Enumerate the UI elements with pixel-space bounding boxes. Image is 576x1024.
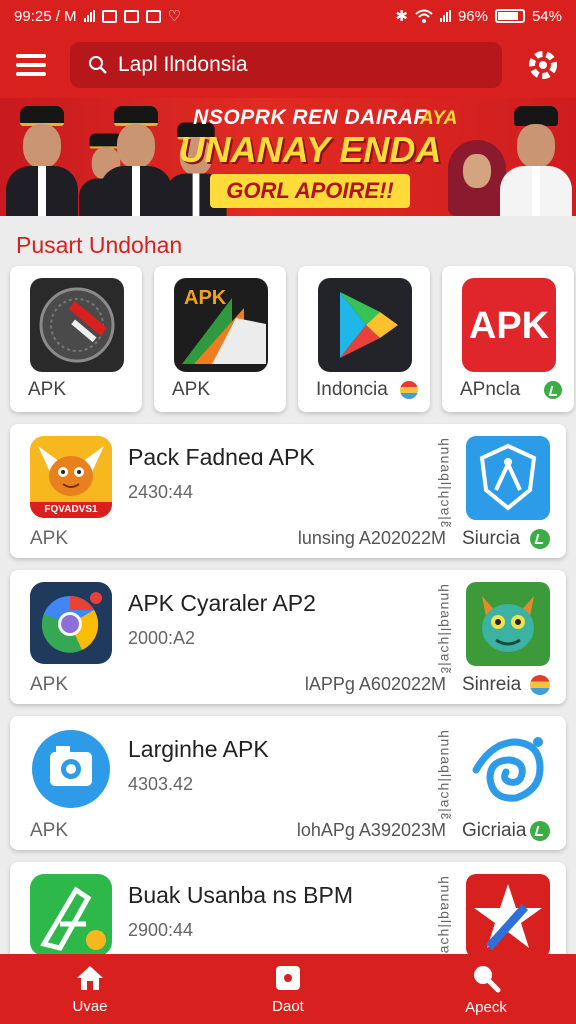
apk-red-icon: APK xyxy=(462,278,556,372)
category-label: APncla xyxy=(460,379,521,400)
nav-label: Daot xyxy=(272,997,304,1015)
status-time: 99:25 / M xyxy=(14,7,77,25)
category-card[interactable]: APK APK xyxy=(154,266,286,412)
battery-percent: 96% xyxy=(457,7,488,25)
settings-icon[interactable] xyxy=(526,48,560,82)
banner-headline: NSOPRK REN DAIRAF UNANAY ENDA GORL APOIR… xyxy=(170,106,450,208)
banner-person xyxy=(500,106,572,216)
nav-label: Uvae xyxy=(72,997,108,1015)
menu-icon[interactable] xyxy=(16,54,46,76)
mascot-icon: FQVADVS1 xyxy=(30,436,112,518)
app-list-item[interactable]: Larginhe APK 4303.42 APK lohAPg A392023M… xyxy=(10,716,566,850)
svg-text:APK: APK xyxy=(184,287,227,309)
dragon-icon xyxy=(466,582,550,666)
verified-icon xyxy=(544,381,562,399)
swirl-icon xyxy=(466,728,550,812)
app-meta: lunsing A202022M xyxy=(297,528,446,548)
category-card[interactable]: Indoncia xyxy=(298,266,430,412)
banner-line-1b: AYA xyxy=(420,108,458,129)
indonesia-flag-icon xyxy=(530,675,550,695)
app-list-item[interactable]: FQVADVS1 Pack Fadneɑ APK 2430:44 APK lun… xyxy=(10,424,566,558)
shield-icon xyxy=(466,436,550,520)
category-card[interactable]: APK xyxy=(10,266,142,412)
notification-icon xyxy=(123,9,139,23)
play-store-icon xyxy=(318,278,412,372)
star-icon xyxy=(466,874,550,958)
category-label: Indoncia xyxy=(316,379,388,400)
notification-icon xyxy=(145,9,161,23)
camera-icon xyxy=(30,728,112,810)
app-size: 4303.42 xyxy=(128,774,194,794)
battery-icon xyxy=(494,9,525,23)
bottom-nav: Uvae Daot Apeck xyxy=(0,954,576,1024)
category-card[interactable]: APK APncla xyxy=(442,266,574,412)
app-type: APK xyxy=(30,528,69,549)
app-meta: lAPPg A602022M xyxy=(304,674,446,694)
wifi-icon xyxy=(415,9,433,23)
green-app-icon xyxy=(30,874,112,956)
heart-icon: ♡ xyxy=(167,8,181,25)
app-side-label: Gicriaia xyxy=(462,820,527,841)
verified-icon xyxy=(530,821,550,841)
app-side-label: Sinreia xyxy=(462,674,522,695)
nav-item-search[interactable]: Apeck xyxy=(436,954,536,1024)
search-input[interactable]: Lapl Ilndonsia xyxy=(118,53,248,77)
box-icon xyxy=(276,965,300,990)
bluetooth-icon: ✱ xyxy=(395,8,408,25)
svg-text:APK: APK xyxy=(469,305,550,347)
app-size: 2430:44 xyxy=(128,482,194,502)
indonesia-flag-icon xyxy=(400,381,418,399)
app-side-label: Siurcia xyxy=(462,528,521,549)
app-vertical-text: ɥnuaql|ɥɔɐ|ɛ̃ xyxy=(438,730,454,821)
app-meta: lohAPg A392023M xyxy=(296,820,446,840)
search-icon xyxy=(474,965,501,992)
nav-label: Apeck xyxy=(465,998,507,1016)
app-vertical-text: ɥnuaql|ɥɔɐ|ɛ̃ xyxy=(438,584,454,675)
section-title: Pusart Undohan xyxy=(16,232,183,258)
search-bar[interactable]: Lapl Ilndonsia xyxy=(70,42,502,88)
status-extra: 54% xyxy=(531,7,562,25)
app-vertical-text: ɥnuaql|ɥɔɐ|ɛ̃ xyxy=(438,876,454,967)
app-type: APK xyxy=(30,820,69,841)
promo-banner[interactable]: NSOPRK REN DAIRAF UNANAY ENDA GORL APOIR… xyxy=(0,98,576,216)
banner-person-hijab xyxy=(448,140,506,216)
app-name: APK Cyaraler AP2 xyxy=(128,590,316,616)
banner-person xyxy=(100,106,172,216)
category-row: APK APK APK Indoncia APK APncla xyxy=(10,266,576,412)
app-size: 2000:A2 xyxy=(128,628,196,648)
app-size: 2900:44 xyxy=(128,920,194,940)
app-vertical-text: ɥnuaql|ɥɔɐ|ɛ̃ xyxy=(438,438,454,529)
category-label: APK xyxy=(172,379,211,400)
top-header: 99:25 / M ♡ ✱ 96% 54% Lapl Ilndonsia xyxy=(0,0,576,98)
signal-icon xyxy=(83,10,95,22)
app-bar: Lapl Ilndonsia xyxy=(0,32,576,98)
app-name: Buak Usanba ns BPM xyxy=(128,882,354,908)
status-bar: 99:25 / M ♡ ✱ 96% 54% xyxy=(0,0,576,32)
app-name: Larginhe APK xyxy=(128,736,269,762)
banner-person xyxy=(6,106,78,216)
nav-item-home[interactable]: Uvae xyxy=(40,954,140,1024)
notification-icon xyxy=(101,9,117,23)
banner-line-2: UNANAY ENDA xyxy=(178,129,442,170)
category-label: APK xyxy=(28,379,67,400)
nav-item-box[interactable]: Daot xyxy=(238,954,338,1024)
verified-icon xyxy=(530,529,550,549)
record-icon xyxy=(30,278,124,372)
chrome-icon xyxy=(30,582,112,664)
app-type: APK xyxy=(30,674,69,695)
banner-line-1: NSOPRK REN DAIRAF xyxy=(193,106,427,129)
search-icon xyxy=(89,56,107,74)
app-list-item[interactable]: APK Cyaraler AP2 2000:A2 APK lAPPg A6020… xyxy=(10,570,566,704)
app-name: Pack Fadneɑ APK xyxy=(128,444,315,470)
banner-line-3: GORL APOIRE!! xyxy=(210,174,410,208)
apk-folder-icon: APK xyxy=(174,278,268,372)
cell-signal-icon xyxy=(439,10,451,22)
home-icon xyxy=(77,965,103,990)
mascot-icon-caption: FQVADVS1 xyxy=(44,504,98,515)
